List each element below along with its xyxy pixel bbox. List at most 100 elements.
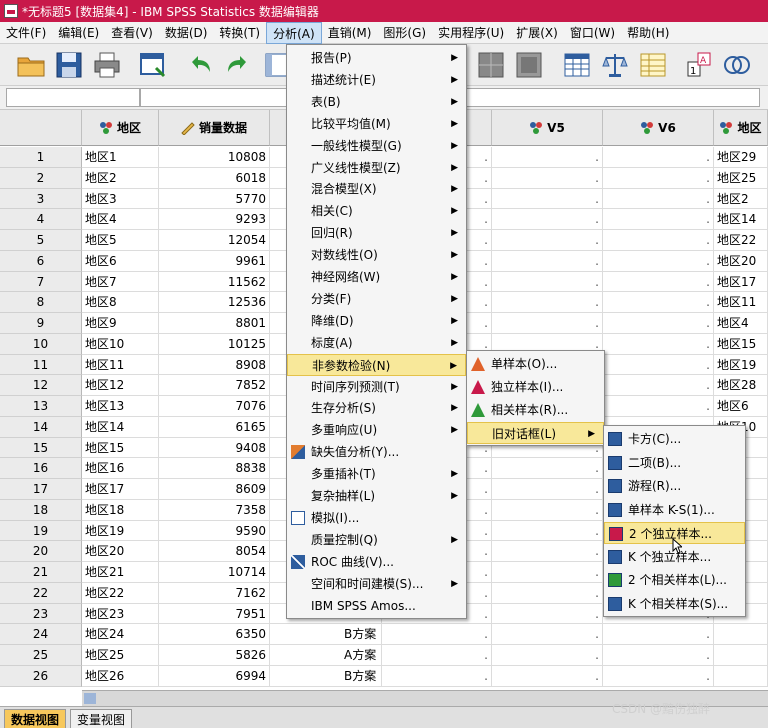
cell-region-2[interactable]: 地区22 <box>714 230 768 251</box>
row-number[interactable]: 2 <box>0 167 82 189</box>
column-header-v6[interactable]: V6 <box>603 110 714 146</box>
cell-region-2[interactable]: 地区15 <box>714 333 768 355</box>
print-icon[interactable] <box>92 50 122 80</box>
analyze-menu-item[interactable]: 复杂抽样(L) ▶ <box>287 485 466 507</box>
row-number[interactable]: 25 <box>0 645 82 666</box>
row-number[interactable]: 20 <box>0 541 82 562</box>
column-header-region-2[interactable]: 地区 <box>714 110 768 146</box>
analyze-menu-item[interactable]: 标度(A) ▶ <box>287 332 466 354</box>
cell-region-2[interactable] <box>714 645 768 666</box>
cell-sales[interactable]: 7358 <box>159 499 270 521</box>
analyze-menu-item[interactable]: IBM SPSS Amos... <box>287 595 466 617</box>
cell-v5[interactable]: . <box>492 603 603 625</box>
cell-var4[interactable]: . <box>382 665 492 687</box>
cell-v6[interactable]: . <box>603 375 714 396</box>
analyze-menu-item[interactable]: 相关(C) ▶ <box>287 200 466 222</box>
cell-v6[interactable]: . <box>603 271 714 293</box>
cell-sales[interactable]: 6994 <box>159 665 270 687</box>
cell-sales[interactable]: 8838 <box>159 458 270 479</box>
cell-region[interactable]: 地区10 <box>82 333 159 355</box>
cell-region[interactable]: 地区19 <box>82 520 159 542</box>
cell-v6[interactable]: . <box>603 645 714 666</box>
analyze-menu-item[interactable]: 多重插补(T) ▶ <box>287 463 466 485</box>
cell-v5[interactable]: . <box>492 645 603 666</box>
cell-sales[interactable]: 7076 <box>159 396 270 417</box>
select-cases-icon[interactable] <box>562 50 592 80</box>
legacy-menu-item[interactable]: 2 个相关样本(L)... <box>604 569 745 591</box>
legacy-menu-item[interactable]: K 个相关样本(S)... <box>604 593 745 615</box>
cell-v5[interactable]: . <box>492 520 603 542</box>
menu-window[interactable]: 窗口(W) <box>564 22 621 44</box>
cell-scheme[interactable]: B方案 <box>270 665 382 687</box>
row-number[interactable]: 10 <box>0 333 82 355</box>
menu-help[interactable]: 帮助(H) <box>621 22 675 44</box>
save-icon[interactable] <box>54 50 84 80</box>
corner-header[interactable] <box>0 110 82 146</box>
cell-sales[interactable]: 7162 <box>159 582 270 604</box>
cell-sales[interactable]: 9408 <box>159 437 270 459</box>
menu-graphs[interactable]: 图形(G) <box>377 22 432 44</box>
cell-sales[interactable]: 12536 <box>159 292 270 313</box>
use-sets-icon[interactable] <box>722 50 752 80</box>
cell-v5[interactable]: . <box>492 665 603 687</box>
cell-sales[interactable]: 12054 <box>159 230 270 251</box>
cell-v6[interactable]: . <box>603 230 714 251</box>
column-header-v5[interactable]: V5 <box>492 110 603 146</box>
analyze-menu-item[interactable]: 质量控制(Q) ▶ <box>287 529 466 551</box>
weight-cases-icon[interactable] <box>514 50 544 80</box>
column-header-region[interactable]: 地区 <box>82 110 159 146</box>
cell-v6[interactable]: . <box>603 624 714 645</box>
scroll-left-arrow-icon[interactable] <box>84 693 96 704</box>
cell-sales[interactable]: 5826 <box>159 645 270 666</box>
cell-v5[interactable]: . <box>492 292 603 313</box>
column-header-sales[interactable]: 销量数据 <box>159 110 270 146</box>
cell-region-2[interactable]: 地区17 <box>714 271 768 293</box>
cell-region-2[interactable]: 地区20 <box>714 250 768 272</box>
row-number[interactable]: 18 <box>0 499 82 521</box>
cell-sales[interactable]: 6165 <box>159 416 270 438</box>
nonparam-menu-item[interactable]: 单样本(O)... <box>467 353 604 375</box>
cell-v5[interactable]: . <box>492 541 603 562</box>
cell-region[interactable]: 地区20 <box>82 541 159 562</box>
cell-v6[interactable]: . <box>603 333 714 355</box>
analyze-menu-item[interactable]: 非参数检验(N) ▶ <box>287 353 466 376</box>
cell-v6[interactable]: . <box>603 313 714 334</box>
cell-region[interactable]: 地区6 <box>82 250 159 272</box>
cell-region[interactable]: 地区22 <box>82 582 159 604</box>
cell-region[interactable]: 地区17 <box>82 479 159 500</box>
cell-var4[interactable]: . <box>382 645 492 666</box>
cell-region[interactable]: 地区25 <box>82 645 159 666</box>
cell-region-2[interactable] <box>714 624 768 645</box>
menu-analyze[interactable]: 分析(A) <box>266 21 322 44</box>
open-folder-icon[interactable] <box>16 50 46 80</box>
cell-v5[interactable]: . <box>492 313 603 334</box>
cell-region[interactable]: 地区7 <box>82 271 159 293</box>
cell-sales[interactable]: 8801 <box>159 313 270 334</box>
analyze-menu-item[interactable]: 缺失值分析(Y)... <box>287 441 466 463</box>
cell-v5[interactable]: . <box>492 458 603 479</box>
menu-extensions[interactable]: 扩展(X) <box>510 22 564 44</box>
value-labels-icon[interactable] <box>638 50 668 80</box>
cell-region[interactable]: 地区3 <box>82 188 159 210</box>
cell-var4[interactable]: . <box>382 624 492 645</box>
cell-region[interactable]: 地区12 <box>82 375 159 396</box>
cell-sales[interactable]: 8609 <box>159 479 270 500</box>
row-number[interactable]: 15 <box>0 437 82 459</box>
cell-v6[interactable]: . <box>603 354 714 376</box>
cell-v5[interactable]: . <box>492 209 603 230</box>
analyze-menu-item[interactable]: 降维(D) ▶ <box>287 310 466 332</box>
cell-sales[interactable]: 6018 <box>159 167 270 189</box>
cell-sales[interactable]: 5770 <box>159 188 270 210</box>
cell-sales[interactable]: 7951 <box>159 603 270 625</box>
nonparam-menu-item[interactable]: 相关样本(R)... <box>467 399 604 421</box>
cell-sales[interactable]: 11562 <box>159 271 270 293</box>
analyze-menu-item[interactable]: 神经网络(W) ▶ <box>287 266 466 288</box>
cell-v5[interactable]: . <box>492 479 603 500</box>
cell-sales[interactable]: 9293 <box>159 209 270 230</box>
cell-region-2[interactable]: 地区6 <box>714 396 768 417</box>
row-number[interactable]: 12 <box>0 375 82 396</box>
analyze-menu-item[interactable]: 时间序列预测(T) ▶ <box>287 376 466 398</box>
row-number[interactable]: 8 <box>0 292 82 313</box>
cell-region[interactable]: 地区1 <box>82 147 159 168</box>
menu-direct-marketing[interactable]: 直销(M) <box>322 22 378 44</box>
